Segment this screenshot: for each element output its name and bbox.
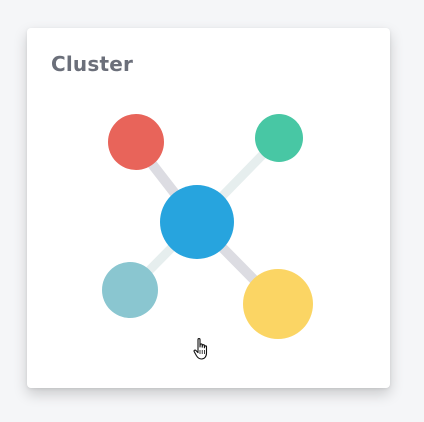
node-center [160,185,234,259]
hand-pointer-icon [193,338,208,360]
node-top-right [255,114,303,162]
node-bottom-right [243,269,313,339]
cluster-network-icon [102,114,313,339]
node-top-left [108,114,164,170]
node-bottom-left [102,262,158,318]
cluster-card[interactable]: Cluster [27,28,390,388]
